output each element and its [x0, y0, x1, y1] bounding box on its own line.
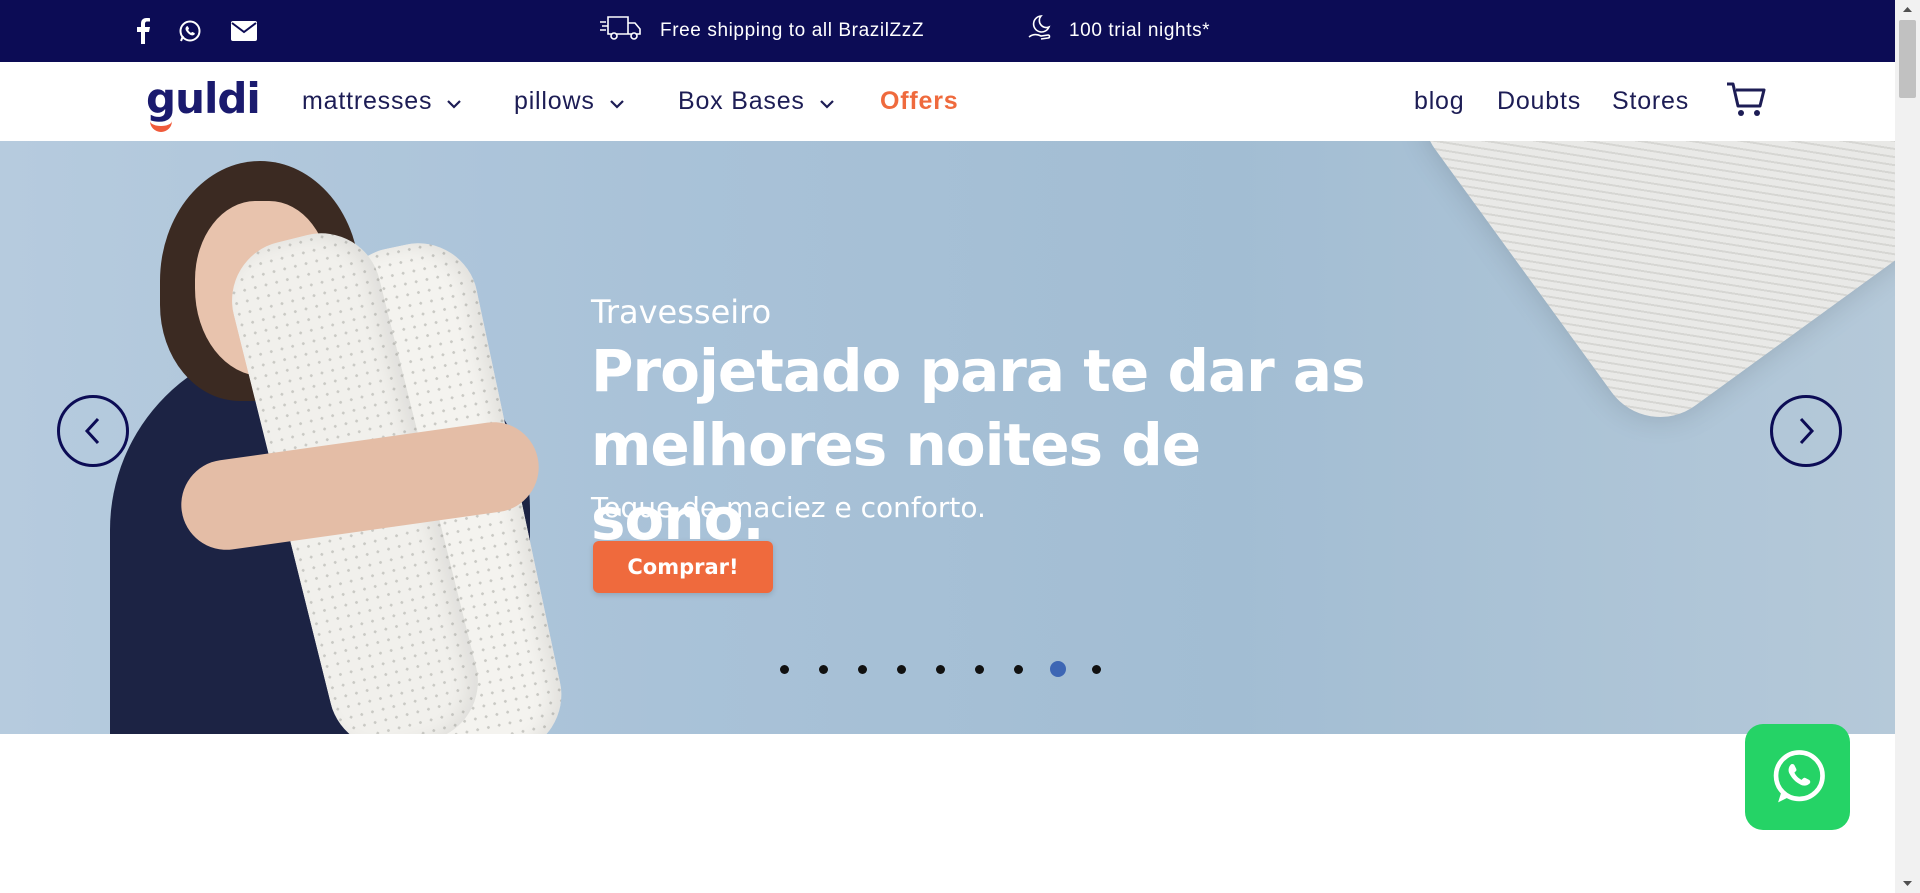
carousel-dot[interactable]: [1092, 664, 1101, 674]
hero-pillow-image: [1400, 141, 1895, 441]
page: Free shipping to all BrazilZzZ 100 trial…: [0, 0, 1895, 893]
guldi-logo[interactable]: guldi: [146, 74, 261, 132]
nav-blog[interactable]: blog: [1414, 62, 1464, 141]
top-bar: Free shipping to all BrazilZzZ 100 trial…: [0, 0, 1895, 62]
scroll-down-arrow[interactable]: [1895, 875, 1920, 893]
scroll-up-arrow[interactable]: [1895, 0, 1920, 18]
buy-button[interactable]: Comprar!: [593, 541, 773, 593]
carousel-dot-active[interactable]: [1050, 661, 1066, 677]
nav-offers[interactable]: Offers: [880, 62, 958, 141]
carousel-dot[interactable]: [897, 664, 906, 674]
carousel-prev-button[interactable]: [57, 395, 129, 467]
nav-pillows[interactable]: pillows: [514, 62, 625, 141]
chevron-left-icon: [84, 417, 100, 445]
carousel-dot[interactable]: [819, 664, 828, 674]
carousel-dot[interactable]: [936, 664, 945, 674]
carousel-dot[interactable]: [1014, 664, 1023, 674]
nav-mattresses-label: mattresses: [302, 87, 433, 115]
moon-hand-icon: [1027, 13, 1069, 49]
carousel-dots: [780, 661, 1131, 677]
chevron-right-icon: [1799, 417, 1815, 445]
vertical-scrollbar[interactable]: [1895, 0, 1920, 893]
shipping-text: Free shipping to all BrazilZzZ: [660, 20, 925, 41]
nav-stores[interactable]: Stores: [1612, 62, 1689, 141]
whatsapp-icon: [1773, 750, 1825, 803]
facebook-icon[interactable]: [125, 14, 161, 48]
nav-mattresses[interactable]: mattresses: [302, 62, 462, 141]
hero-description: Toque de maciez e conforto.: [591, 491, 986, 524]
nav-box-bases-label: Box Bases: [678, 87, 805, 115]
nav-doubts[interactable]: Doubts: [1497, 62, 1581, 141]
main-nav: guldi mattresses pillows Box Bases Offer…: [0, 62, 1895, 141]
chevron-down-icon: [819, 87, 835, 116]
whatsapp-float-button[interactable]: [1745, 724, 1850, 830]
cart-icon[interactable]: [1726, 82, 1766, 122]
hero-carousel: Travesseiro Projetado para te dar as mel…: [0, 141, 1895, 734]
carousel-dot[interactable]: [780, 664, 789, 674]
whatsapp-icon[interactable]: [172, 14, 208, 48]
chevron-down-icon: [446, 87, 462, 116]
trial-text: 100 trial nights*: [1069, 20, 1211, 41]
truck-icon: [600, 14, 660, 48]
chevron-down-icon: [609, 87, 625, 116]
logo-smile: [150, 114, 172, 132]
nav-pillows-label: pillows: [514, 87, 595, 115]
trial-nights-notice: 100 trial nights*: [1027, 0, 1210, 62]
carousel-dot[interactable]: [858, 664, 867, 674]
nav-box-bases[interactable]: Box Bases: [678, 62, 835, 141]
email-icon[interactable]: [226, 14, 262, 48]
hero-subtitle: Travesseiro: [591, 293, 772, 331]
carousel-next-button[interactable]: [1770, 395, 1842, 467]
carousel-dot[interactable]: [975, 664, 984, 674]
scroll-thumb[interactable]: [1899, 20, 1916, 98]
free-shipping-notice: Free shipping to all BrazilZzZ: [600, 0, 924, 62]
